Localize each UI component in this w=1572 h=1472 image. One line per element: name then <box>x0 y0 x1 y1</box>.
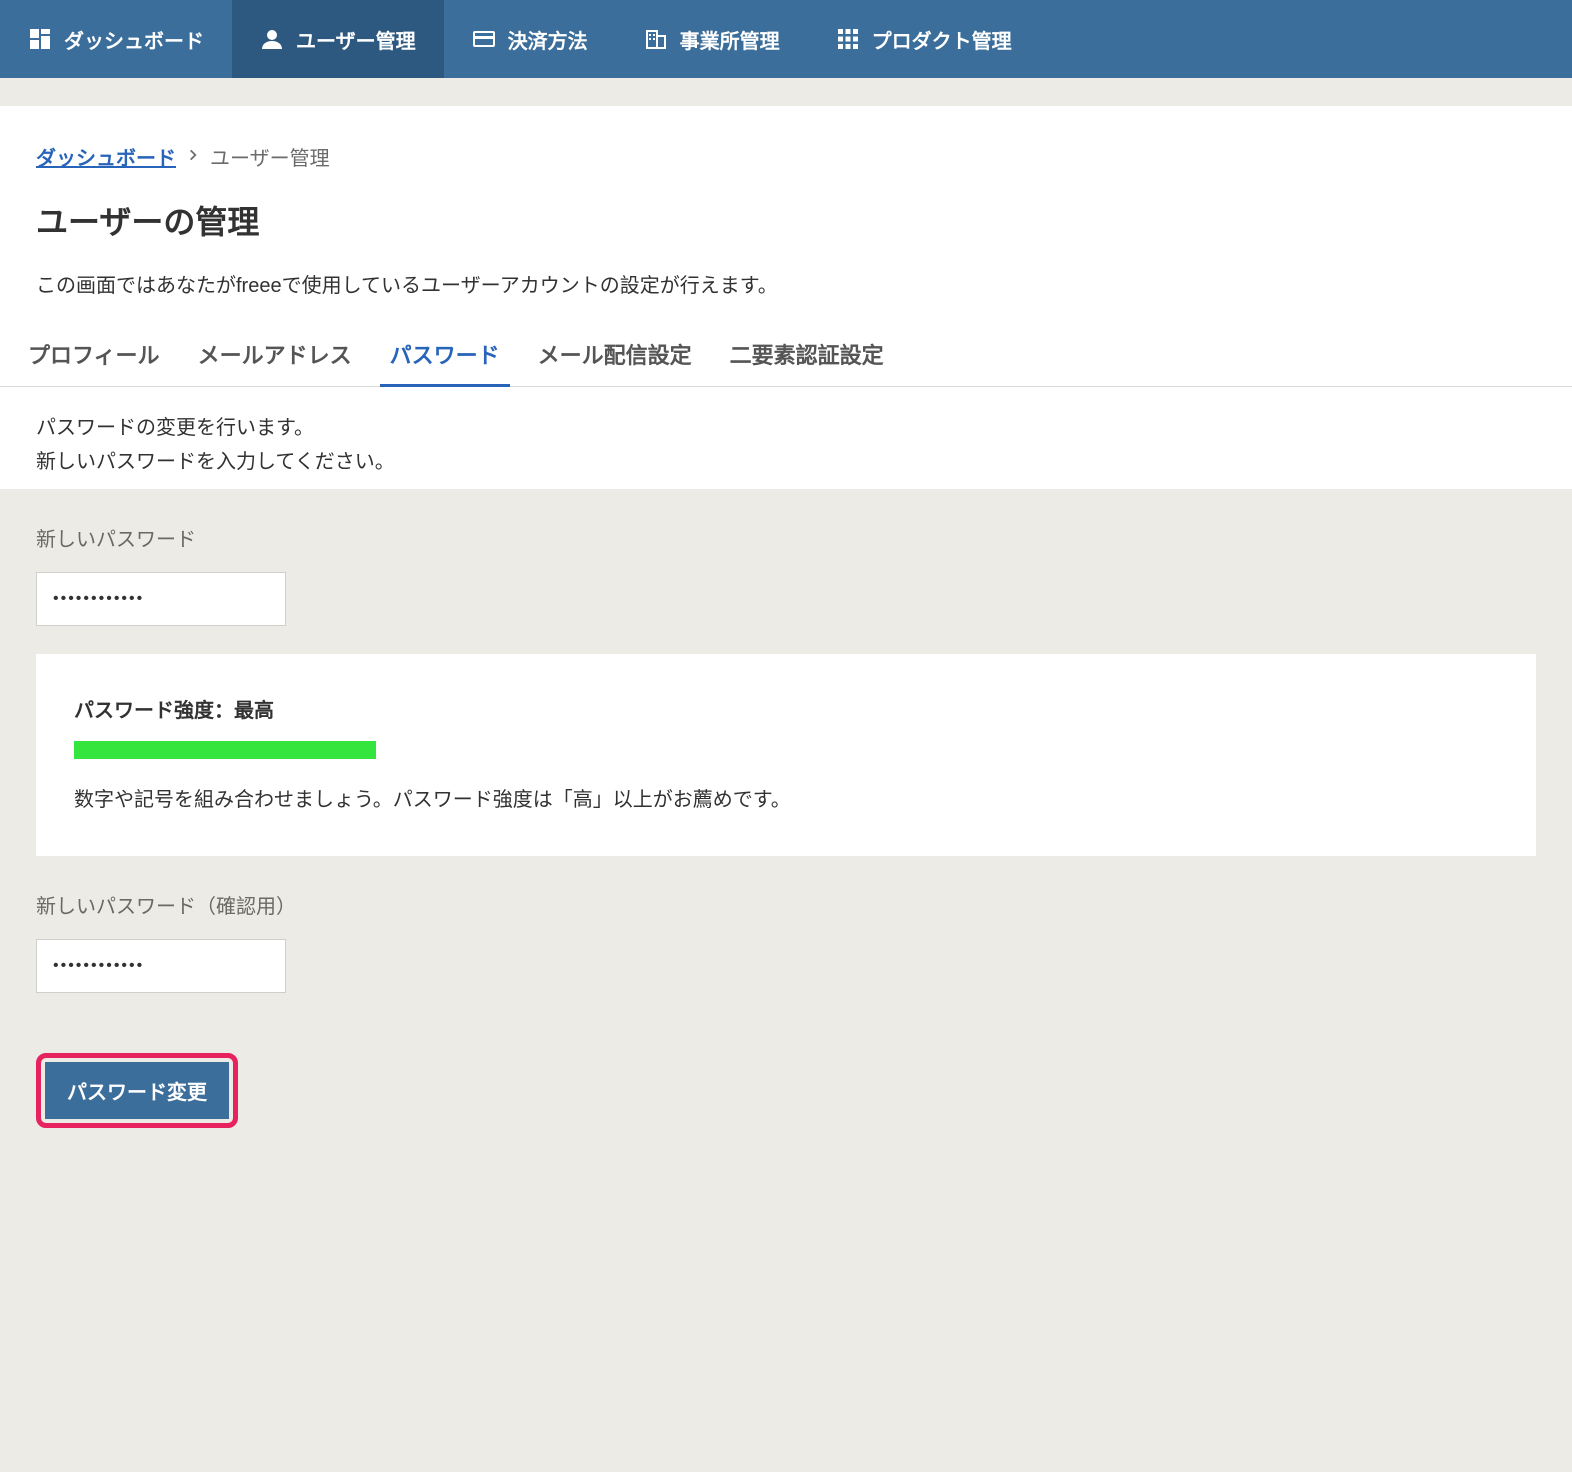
submit-highlight-frame: パスワード変更 <box>36 1053 238 1128</box>
confirm-password-input[interactable] <box>36 939 286 993</box>
apps-grid-icon <box>836 27 860 51</box>
password-strength-fill <box>74 741 376 759</box>
new-password-input[interactable] <box>36 572 286 626</box>
password-form: 新しいパスワード パスワード強度：最高 数字や記号を組み合わせましょう。パスワー… <box>0 489 1572 1037</box>
nav-item-label: ユーザー管理 <box>296 25 416 54</box>
breadcrumb-link-dashboard[interactable]: ダッシュボード <box>36 142 176 171</box>
password-instruction-line2: 新しいパスワードを入力してください。 <box>36 445 1536 479</box>
submit-section: パスワード変更 <box>0 1037 1572 1168</box>
tab-content: パスワードの変更を行います。 新しいパスワードを入力してください。 <box>0 387 1572 489</box>
nav-item-label: 決済方法 <box>508 25 588 54</box>
breadcrumb-current: ユーザー管理 <box>210 142 330 171</box>
nav-item-label: プロダクト管理 <box>872 25 1012 54</box>
password-strength-bar <box>74 741 376 759</box>
new-password-label: 新しいパスワード <box>36 523 1536 552</box>
tab-two-factor[interactable]: 二要素認証設定 <box>720 328 894 387</box>
nav-item-product[interactable]: プロダクト管理 <box>808 0 1040 78</box>
nav-item-dashboard[interactable]: ダッシュボード <box>0 0 232 78</box>
tab-profile[interactable]: プロフィール <box>18 328 170 387</box>
building-icon <box>644 27 668 51</box>
nav-item-payment[interactable]: 決済方法 <box>444 0 616 78</box>
tabs: プロフィール メールアドレス パスワード メール配信設定 二要素認証設定 <box>0 328 1572 387</box>
nav-item-label: 事業所管理 <box>680 25 780 54</box>
nav-item-user-management[interactable]: ユーザー管理 <box>232 0 444 78</box>
tab-mail-settings[interactable]: メール配信設定 <box>528 328 702 387</box>
change-password-button[interactable]: パスワード変更 <box>45 1062 229 1119</box>
chevron-right-icon <box>186 145 200 168</box>
password-strength-label: パスワード強度：最高 <box>74 694 1498 723</box>
password-strength-hint: 数字や記号を組み合わせましょう。パスワード強度は「高」以上がお薦めです。 <box>74 783 1498 812</box>
nav-item-label: ダッシュボード <box>64 25 204 54</box>
top-nav: ダッシュボード ユーザー管理 決済方法 事業所管理 プロダクト管理 <box>0 0 1572 78</box>
password-instruction-line1: パスワードの変更を行います。 <box>36 411 1536 445</box>
dashboard-icon <box>28 27 52 51</box>
page-description: この画面ではあなたがfreeeで使用しているユーザーアカウントの設定が行えます。 <box>0 269 1572 298</box>
page-title: ユーザーの管理 <box>0 197 1572 243</box>
nav-item-office[interactable]: 事業所管理 <box>616 0 808 78</box>
breadcrumb: ダッシュボード ユーザー管理 <box>0 142 1572 171</box>
content: ダッシュボード ユーザー管理 ユーザーの管理 この画面ではあなたがfreeeで使… <box>0 106 1572 489</box>
tab-password[interactable]: パスワード <box>380 328 510 387</box>
confirm-password-label: 新しいパスワード（確認用） <box>36 890 1536 919</box>
credit-card-icon <box>472 27 496 51</box>
password-strength-card: パスワード強度：最高 数字や記号を組み合わせましょう。パスワード強度は「高」以上… <box>36 654 1536 856</box>
user-icon <box>260 27 284 51</box>
tab-email[interactable]: メールアドレス <box>188 328 362 387</box>
confirm-password-section: 新しいパスワード（確認用） <box>36 890 1536 993</box>
